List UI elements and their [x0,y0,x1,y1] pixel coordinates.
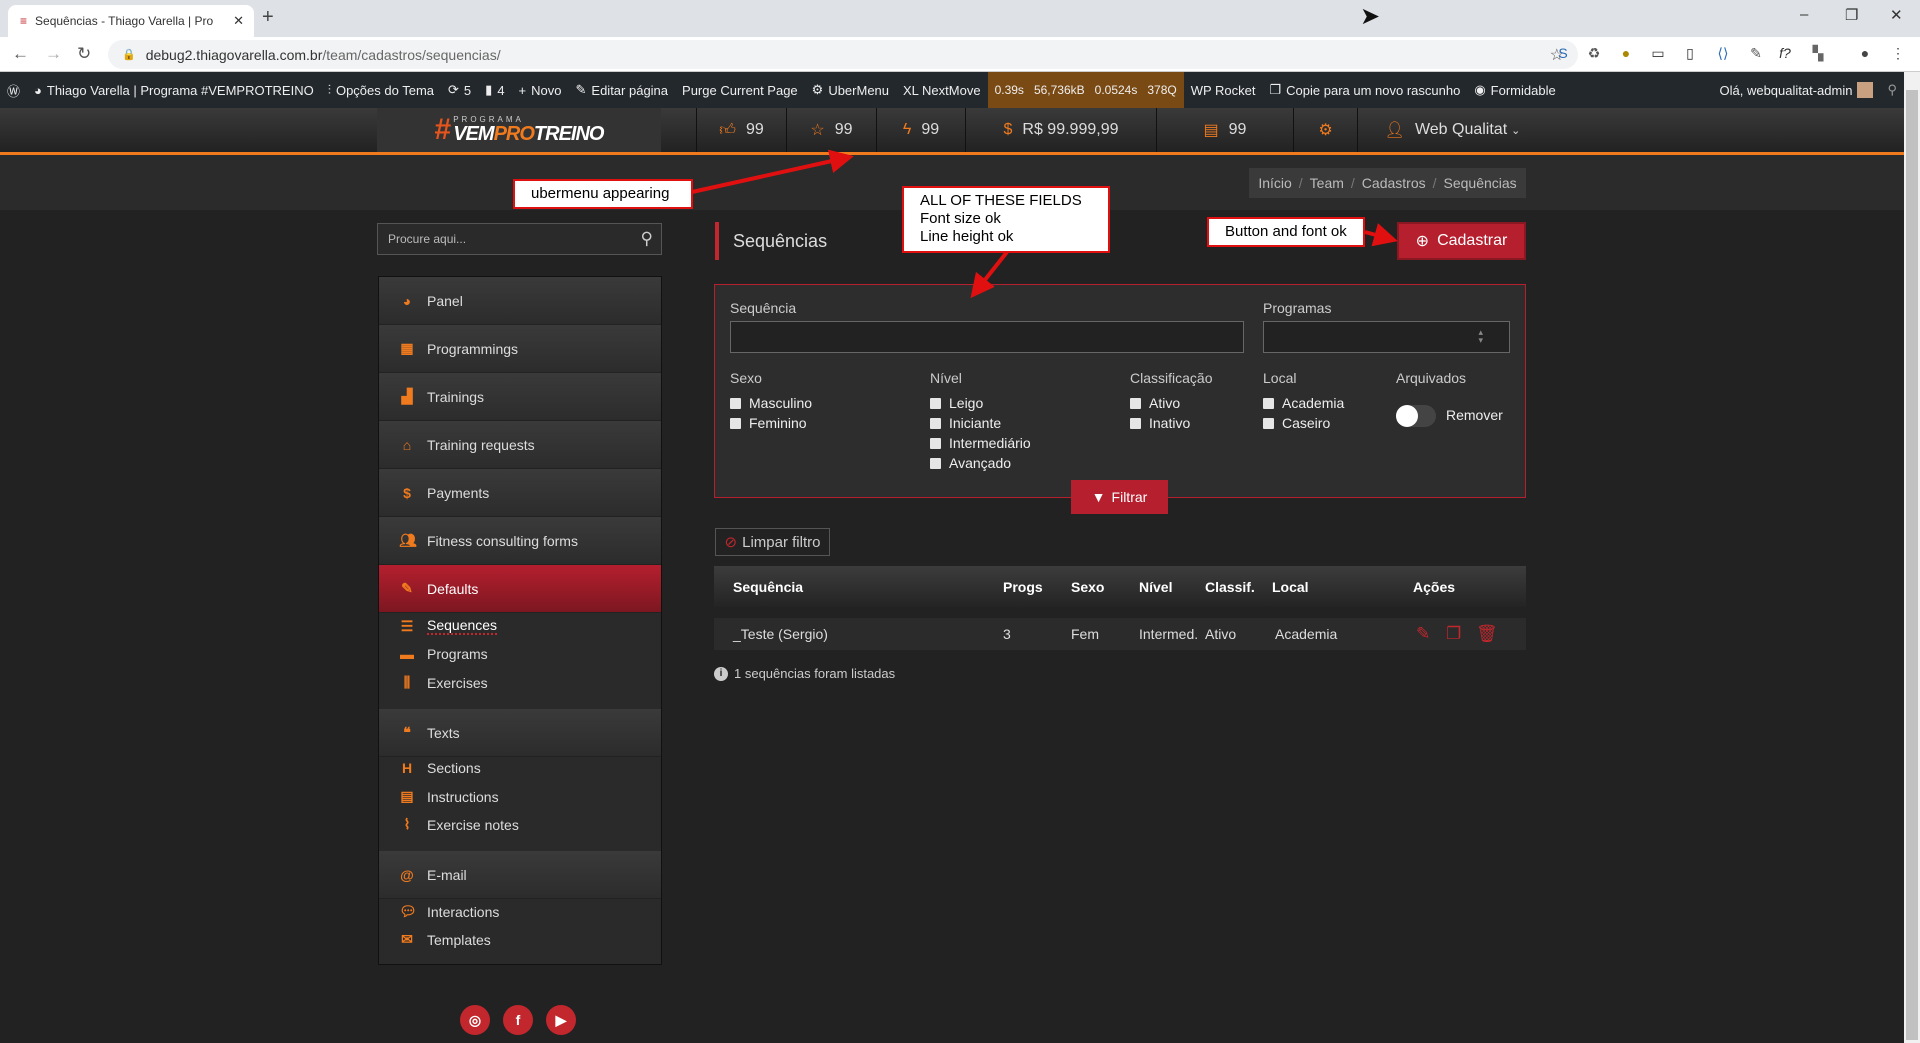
scrollbar-thumb[interactable] [1906,90,1918,1040]
annotation-fields: ALL OF THESE FIELDS Font size ok Line he… [902,186,1110,253]
arrow [691,149,854,194]
arrow [1364,223,1398,247]
annotation-button: Button and font ok [1207,217,1365,247]
annotation-line: Line height ok [920,228,1014,245]
annotation-line: Font size ok [920,210,1001,227]
annotation-arrows [691,149,1398,299]
annotation-line: ALL OF THESE FIELDS [920,192,1082,209]
annotation-ubermenu: ubermenu appearing [513,179,693,209]
arrow [970,250,1009,299]
mouse-cursor-icon: ➤ [1360,3,1381,30]
